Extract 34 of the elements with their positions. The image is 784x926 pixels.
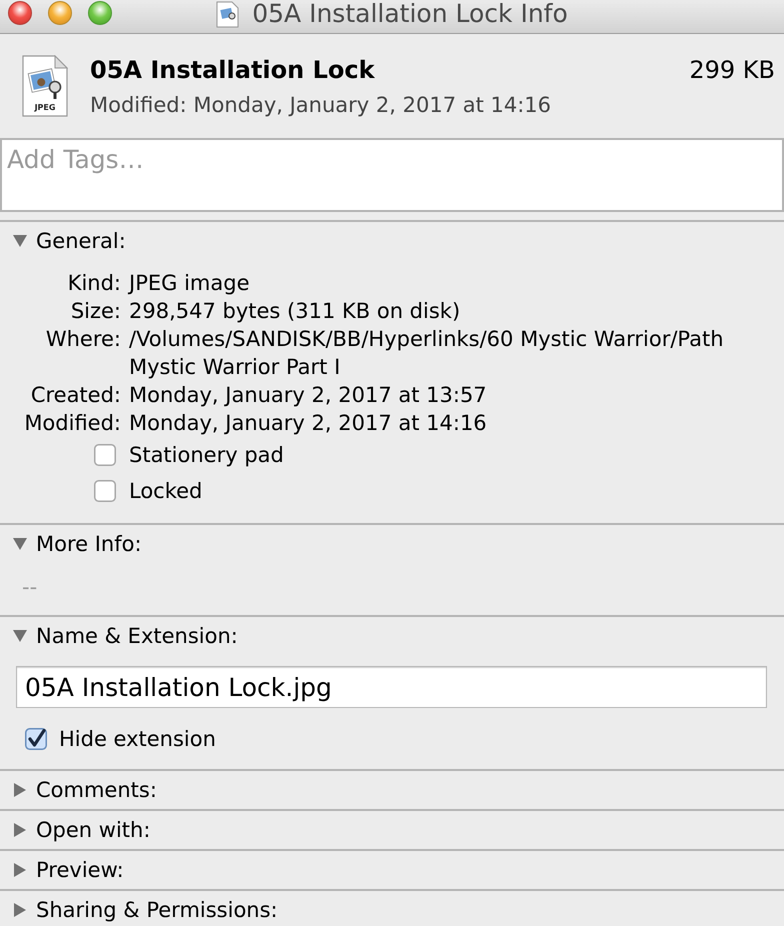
field-value: Monday, January 2, 2017 at 13:57 bbox=[129, 382, 488, 409]
image-file-icon: JPEG bbox=[22, 55, 68, 117]
zoom-button[interactable] bbox=[88, 1, 112, 25]
minimize-button[interactable] bbox=[48, 1, 72, 25]
tags-field[interactable]: Add Tags… bbox=[0, 138, 784, 212]
field-value: /Volumes/SANDISK/BB/Hyperlinks/60 Mystic Warrior/Path Mystic Warrior Part I bbox=[129, 326, 725, 381]
section-toggle[interactable]: Preview: bbox=[0, 851, 784, 889]
field-label: Created: bbox=[30, 382, 121, 409]
field-value: 298,547 bytes (311 KB on disk) bbox=[129, 298, 462, 325]
close-button[interactable] bbox=[8, 1, 32, 25]
field-label: Modified: bbox=[24, 410, 121, 437]
section-toggle[interactable]: Comments: bbox=[0, 771, 784, 809]
window-title: 05A Installation Lock Info bbox=[252, 1, 568, 27]
field-label: Where: bbox=[46, 326, 121, 353]
section-toggle[interactable]: Sharing & Permissions: bbox=[0, 891, 784, 926]
field-label: Size: bbox=[70, 298, 121, 325]
name-field[interactable]: 05A Installation Lock.jpg bbox=[16, 666, 767, 708]
field-label: Kind: bbox=[68, 270, 121, 297]
section-toggle[interactable]: More Info: bbox=[0, 525, 784, 563]
section-toggle[interactable]: Open with: bbox=[0, 811, 784, 849]
field-value: Monday, January 2, 2017 at 14:16 bbox=[129, 410, 488, 437]
field-value: JPEG image bbox=[129, 270, 250, 297]
checkbox[interactable] bbox=[94, 444, 116, 466]
checkbox[interactable] bbox=[25, 728, 47, 750]
checkbox-label: Stationery pad bbox=[129, 442, 285, 469]
file-name: 05A Installation Lock bbox=[90, 55, 376, 85]
checkbox-label: Hide extension bbox=[59, 726, 216, 753]
section-toggle[interactable]: Name & Extension: bbox=[0, 617, 784, 655]
section-toggle[interactable]: General: bbox=[0, 222, 784, 260]
checkbox[interactable] bbox=[94, 480, 116, 502]
file-size: 299 KB bbox=[689, 55, 775, 85]
empty-value: -- bbox=[22, 575, 38, 599]
modified-date: Modified: Monday, January 2, 2017 at 14:16 bbox=[90, 92, 552, 119]
checkbox-label: Locked bbox=[129, 478, 204, 505]
